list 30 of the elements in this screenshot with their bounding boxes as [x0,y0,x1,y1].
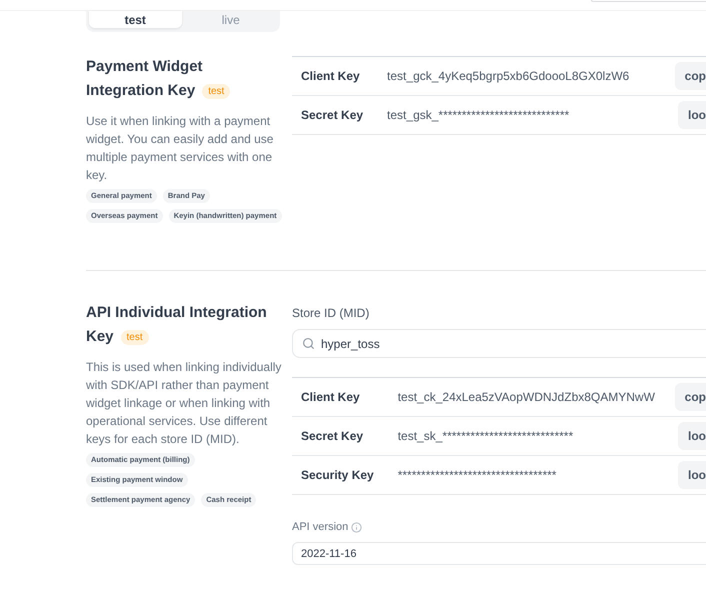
version-field[interactable]: 2022-11-16 [292,542,706,565]
section-description: This is used when linking individually with SDK/API rather than payment widget linkage or when linking with operational services. Use different keys for each store ID (MID). [86,359,282,448]
key-label: Security Key [301,467,374,484]
key-label: Secret Key [301,428,364,445]
environment-badge: test [202,84,230,98]
mode-tab[interactable]: test [89,11,182,28]
section-description: Use it when linking with a payment widget. You can easily add and use multiple payment services with one key. [86,113,274,184]
key-label: Client Key [301,68,360,85]
field-label: Store ID (MID) [292,305,370,322]
key-value: test_gsk_**************************** [387,107,570,124]
search-field[interactable]: hyper_toss [292,329,706,358]
action-button[interactable]: cop [674,62,706,90]
key-value: test_sk_**************************** [398,428,574,445]
search-icon [302,337,315,350]
section-title: Payment Widget [86,57,203,77]
environment-badge: test [120,330,149,344]
action-button[interactable]: cop [674,383,706,411]
info-icon[interactable] [351,522,362,532]
action-button[interactable]: loo [678,101,706,129]
section-title: Key [86,327,114,347]
section-title: API Individual Integration [86,303,267,323]
action-button[interactable]: loo [678,461,706,489]
key-label: Client Key [301,389,360,406]
section-title: Integration Key [86,81,196,101]
action-button[interactable]: loo [678,422,706,450]
key-value: test_ck_24xLea5zVAopWDNJdZbx8QAMYNwW [398,389,655,406]
key-value: test_gck_4yKeq5bgrp5xb6GdoooL8GX0lzW6 [387,68,630,85]
key-label: Secret Key [301,107,364,124]
key-value: ********************************** [398,467,556,484]
field-label: API version [292,520,348,535]
